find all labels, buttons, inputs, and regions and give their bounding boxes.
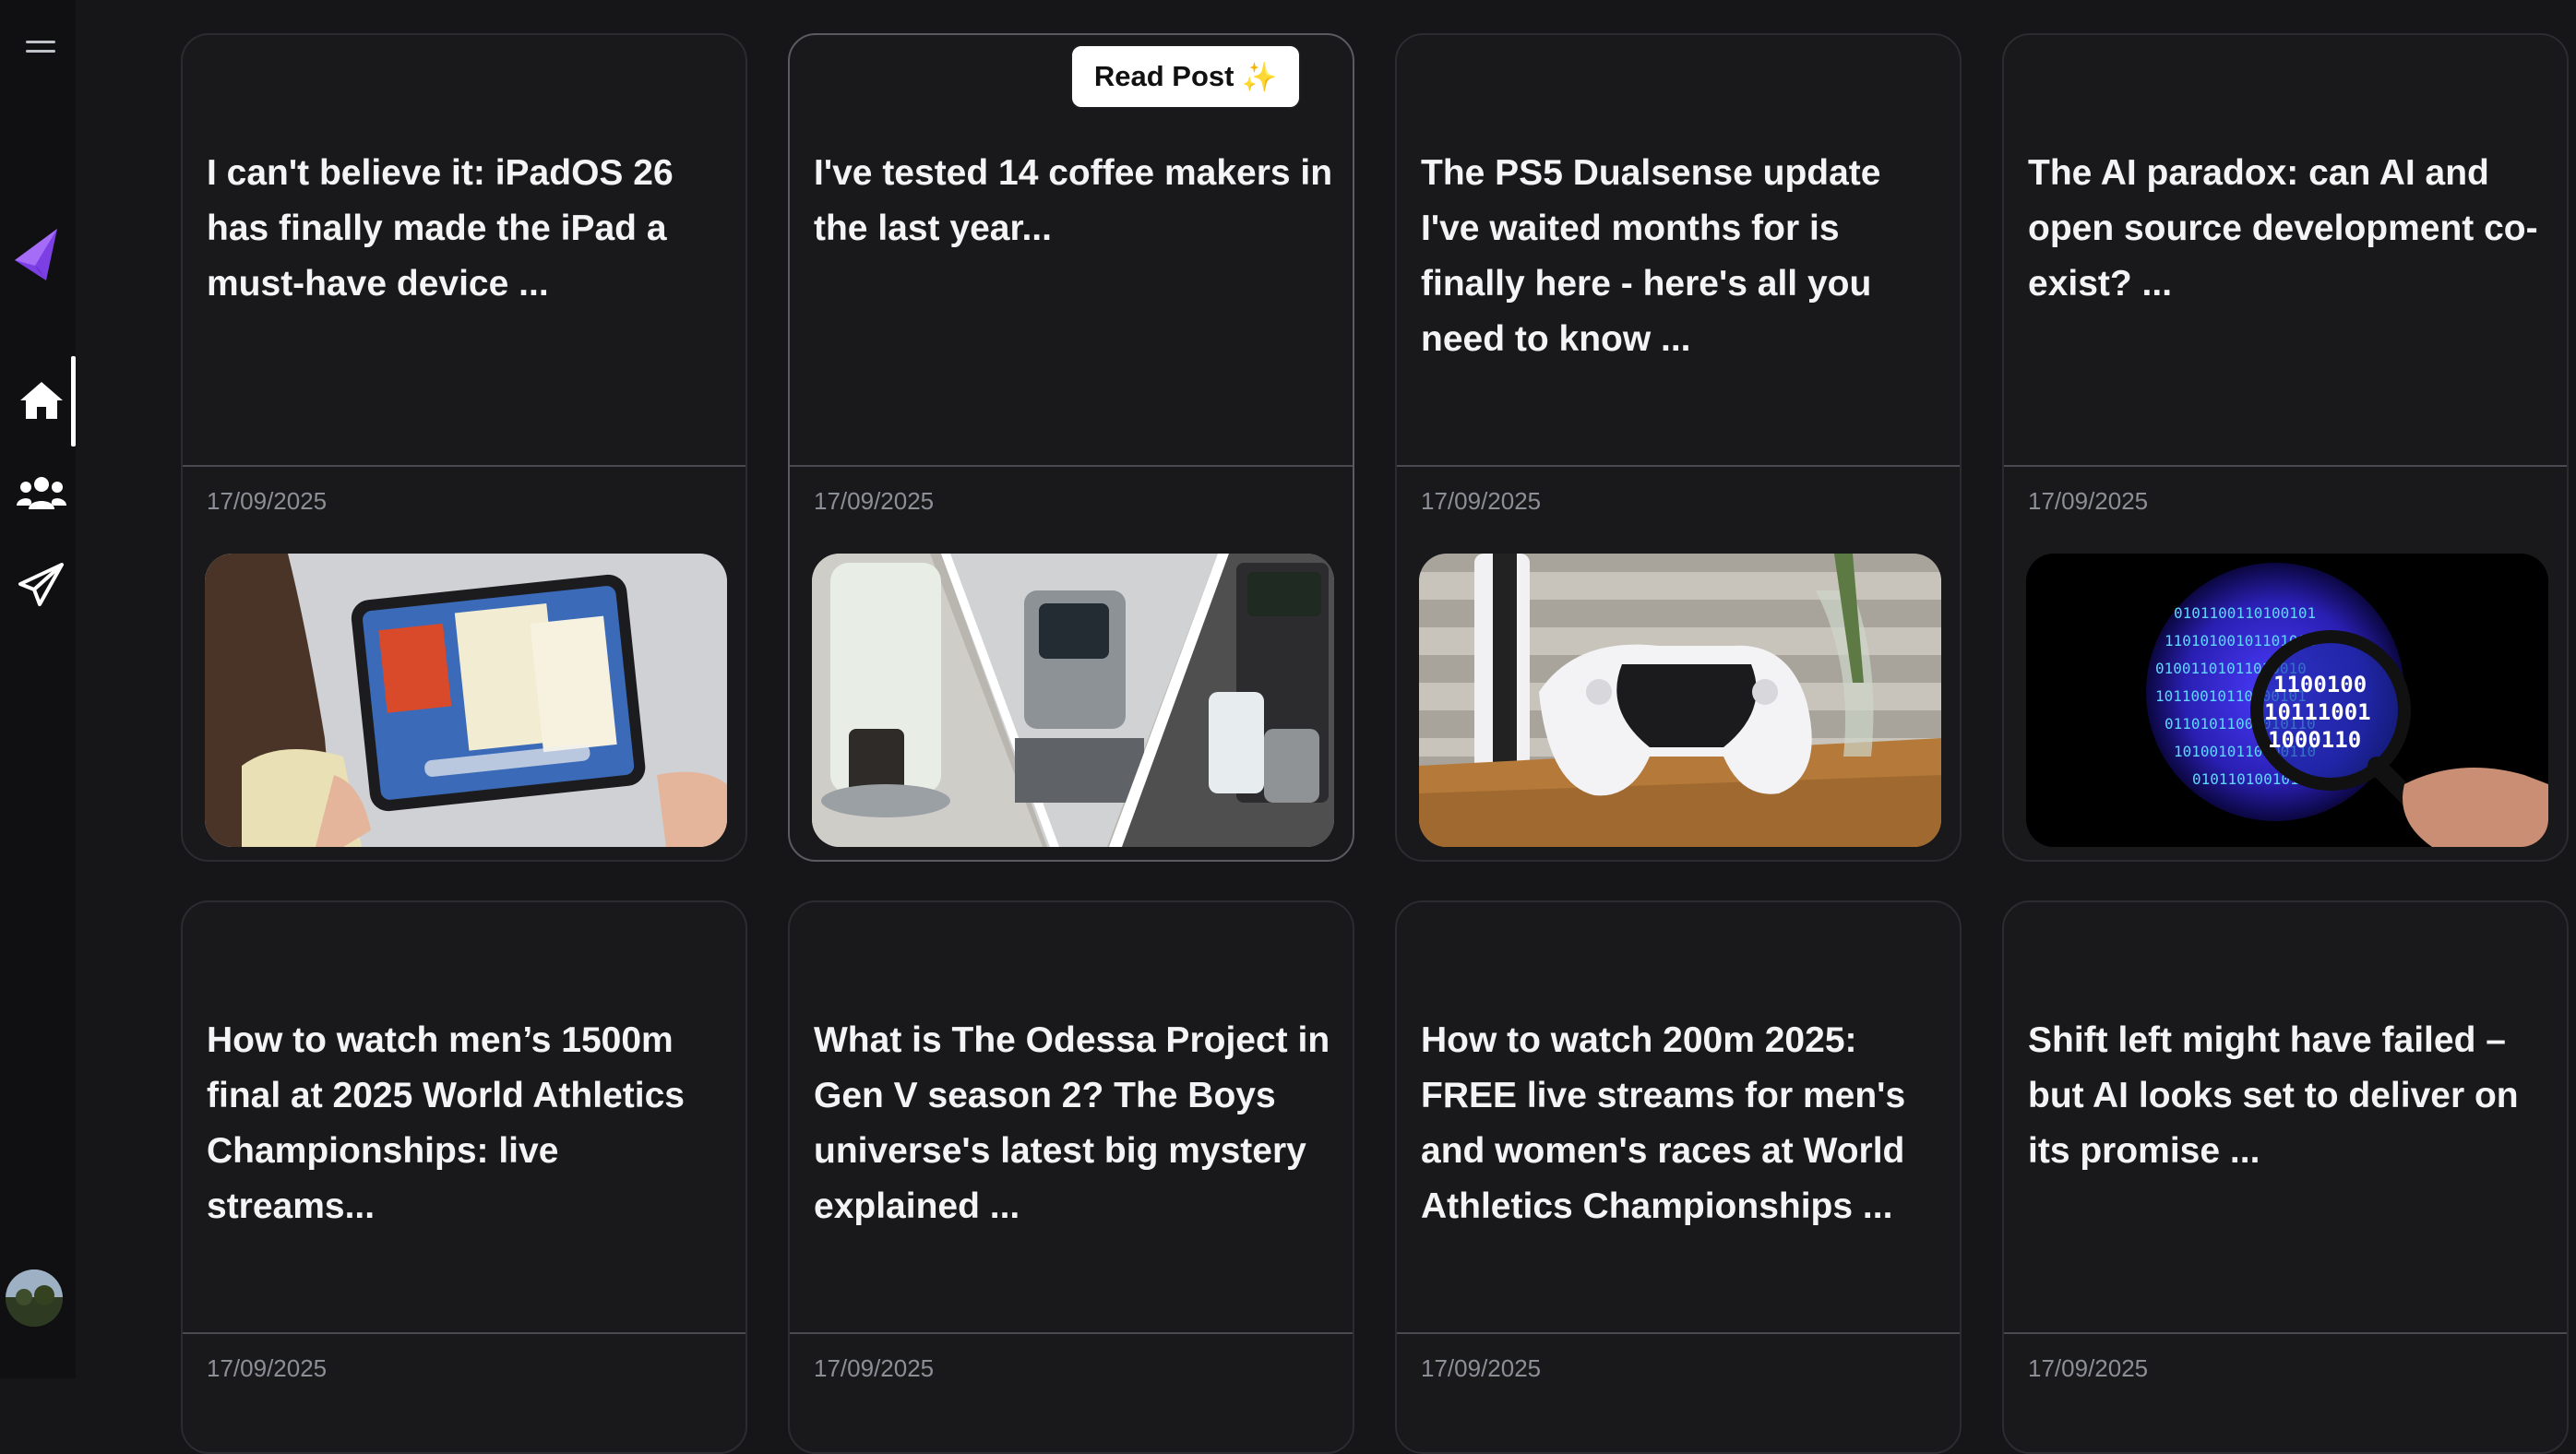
hamburger-menu-icon[interactable] — [24, 37, 57, 57]
sparkles-icon: ✨ — [1241, 60, 1278, 93]
ipad-image — [205, 554, 727, 847]
nav-send-icon[interactable] — [13, 557, 70, 613]
divider — [1397, 1332, 1960, 1334]
post-title: I can't believe it: iPadOS 26 has finall… — [207, 153, 674, 304]
post-card[interactable]: I can't believe it: iPadOS 26 has finall… — [181, 33, 747, 862]
post-title: Shift left might have failed – but AI lo… — [2028, 1020, 2519, 1171]
divider — [183, 1332, 745, 1334]
read-post-button[interactable]: Read Post ✨ — [1070, 44, 1301, 109]
svg-text:0101100110100101: 0101100110100101 — [2174, 604, 2316, 622]
post-date: 17/09/2025 — [2028, 1354, 2149, 1382]
post-card[interactable]: What is The Odessa Project in Gen V seas… — [788, 900, 1354, 1454]
divider — [2004, 465, 2567, 467]
divider — [790, 1332, 1353, 1334]
post-title: The AI paradox: can AI and open source d… — [2028, 153, 2538, 304]
post-title: How to watch 200m 2025: FREE live stream… — [1421, 1020, 1906, 1226]
post-date: 17/09/2025 — [207, 1354, 328, 1382]
post-title: The PS5 Dualsense update I've waited mon… — [1421, 153, 1881, 359]
paper-plane-logo[interactable] — [11, 225, 61, 286]
post-title: What is The Odessa Project in Gen V seas… — [814, 1020, 1330, 1226]
binary-globe-image: 0101100110100101 11010100101101001 01001… — [2026, 554, 2548, 847]
post-title: How to watch men’s 1500m final at 2025 W… — [207, 1020, 685, 1226]
active-nav-indicator — [71, 356, 76, 447]
post-card[interactable]: Shift left might have failed – but AI lo… — [2002, 900, 2569, 1454]
divider — [2004, 1332, 2567, 1334]
svg-text:10111001: 10111001 — [2264, 699, 2371, 725]
post-card[interactable]: How to watch 200m 2025: FREE live stream… — [1395, 900, 1962, 1454]
divider — [790, 465, 1353, 467]
post-date: 17/09/2025 — [1421, 1354, 1542, 1382]
nav-users-icon[interactable] — [13, 465, 70, 520]
user-avatar[interactable] — [6, 1269, 63, 1327]
sidebar — [0, 0, 76, 1378]
ps5-controller-image — [1419, 554, 1941, 847]
post-date: 17/09/2025 — [1421, 487, 1542, 515]
post-card[interactable]: How to watch men’s 1500m final at 2025 W… — [181, 900, 747, 1454]
post-card[interactable]: The PS5 Dualsense update I've waited mon… — [1395, 33, 1962, 862]
divider — [183, 465, 745, 467]
post-card[interactable]: The AI paradox: can AI and open source d… — [2002, 33, 2569, 862]
read-post-label: Read Post — [1093, 60, 1234, 92]
post-card[interactable]: I've tested 14 coffee makers in the last… — [788, 33, 1354, 862]
post-title: I've tested 14 coffee makers in the last… — [814, 153, 1333, 248]
post-date: 17/09/2025 — [814, 487, 935, 515]
divider — [1397, 465, 1960, 467]
post-date: 17/09/2025 — [207, 487, 328, 515]
coffee-makers-image — [812, 554, 1334, 847]
svg-text:1100100: 1100100 — [2273, 672, 2367, 697]
post-date: 17/09/2025 — [2028, 487, 2149, 515]
svg-text:1000110: 1000110 — [2268, 727, 2361, 753]
post-date: 17/09/2025 — [814, 1354, 935, 1382]
nav-home-icon[interactable] — [13, 373, 70, 428]
